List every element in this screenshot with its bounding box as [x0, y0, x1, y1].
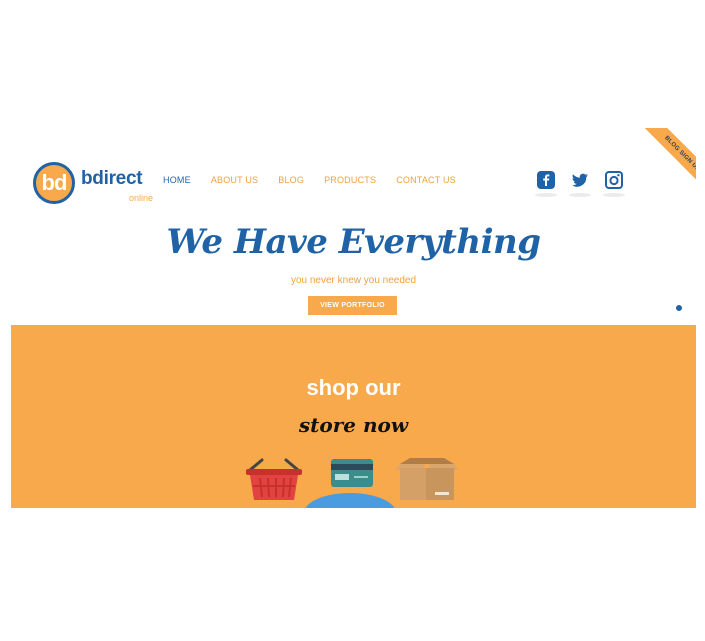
slider-dot-1[interactable] — [676, 305, 682, 311]
nav-item-products[interactable]: PRODUCTS — [324, 175, 376, 185]
shop-section: shop our store now — [11, 325, 696, 508]
facebook-icon[interactable] — [535, 169, 557, 197]
basket-icon — [244, 458, 304, 507]
logo-name: bdirect — [81, 168, 143, 189]
shop-subtitle: store now — [298, 413, 409, 437]
hero-subtitle: you never knew you needed — [290, 275, 417, 286]
nav-item-contact-us[interactable]: CONTACT US — [396, 175, 456, 185]
instagram-icon[interactable] — [603, 169, 625, 197]
hero-title: We Have Everything — [166, 222, 541, 262]
main-nav: HOME ABOUT US BLOG PRODUCTS CONTACT US — [163, 175, 476, 185]
logo-badge-text: bd — [41, 170, 68, 195]
credit-card-icon — [330, 458, 374, 493]
blog-signup-ribbon[interactable]: BLOG SIGN UP — [640, 128, 696, 190]
box-icon — [396, 456, 458, 507]
ribbon-label: BLOG SIGN UP — [640, 128, 696, 190]
logo-badge: bd — [33, 162, 75, 204]
logo[interactable]: bd bdirect online — [33, 162, 153, 208]
decorative-arc — [304, 493, 396, 508]
nav-item-about-us[interactable]: ABOUT US — [211, 175, 258, 185]
logo-subtitle: online — [129, 193, 154, 203]
nav-item-blog[interactable]: BLOG — [278, 175, 304, 185]
nav-item-home[interactable]: HOME — [163, 175, 191, 185]
twitter-icon[interactable] — [569, 169, 591, 197]
social-links — [535, 169, 637, 197]
view-portfolio-button[interactable]: VIEW PORTFOLIO — [308, 296, 397, 315]
shop-title: shop our — [306, 375, 401, 400]
website-frame: bd bdirect online HOME ABOUT US BLOG PRO… — [11, 128, 696, 508]
